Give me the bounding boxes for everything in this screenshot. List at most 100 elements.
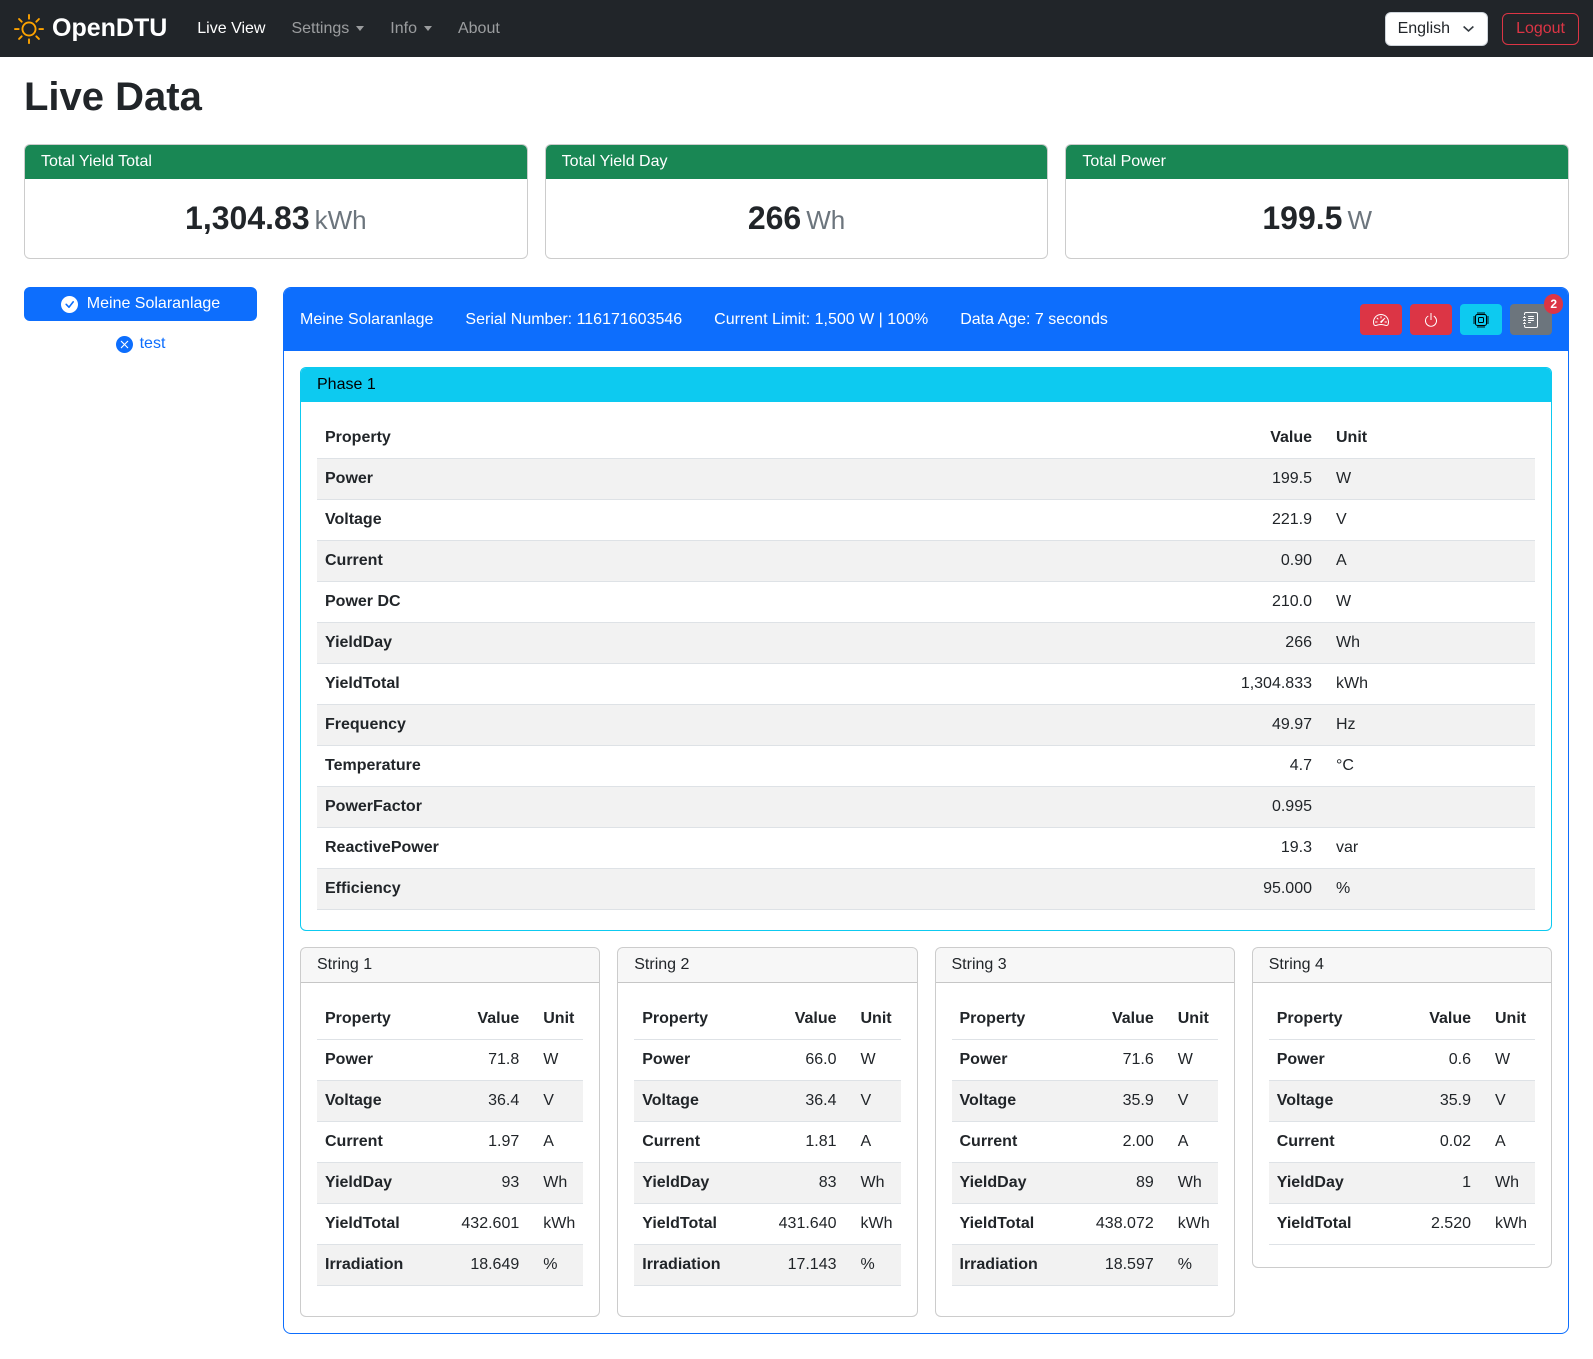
cpu-icon (1473, 312, 1489, 328)
card-total-yield-day: Total Yield Day 266Wh (545, 144, 1049, 259)
row-value: 431.640 (755, 1204, 845, 1245)
row-property: YieldDay (317, 1163, 437, 1204)
row-property: PowerFactor (317, 787, 1200, 828)
row-property: Voltage (317, 1081, 437, 1122)
card-title: Total Yield Day (546, 145, 1048, 179)
card-value-row: 266Wh (546, 179, 1048, 258)
row-value: 432.601 (437, 1204, 527, 1245)
row-unit: Wh (1162, 1163, 1218, 1204)
column-property: Property (952, 999, 1072, 1040)
string-card-1: String 1 Property Value Unit Power71.8WV… (300, 947, 600, 1317)
row-property: YieldDay (634, 1163, 754, 1204)
column-value: Value (1072, 999, 1162, 1040)
row-property: Irradiation (634, 1245, 754, 1286)
row-value: 35.9 (1389, 1081, 1479, 1122)
table-header-row: Property Value Unit (317, 418, 1535, 459)
table-row: Power71.6W (952, 1040, 1218, 1081)
chevron-down-icon (356, 26, 364, 31)
event-log-button[interactable]: 2 (1510, 304, 1552, 335)
string-table: Property Value Unit Power66.0WVoltage36.… (634, 999, 900, 1286)
row-value: 18.597 (1072, 1245, 1162, 1286)
row-unit: A (527, 1122, 583, 1163)
row-value: 0.90 (1200, 541, 1320, 582)
row-value: 1 (1389, 1163, 1479, 1204)
card-value: 1,304.83 (185, 200, 310, 236)
row-unit: kWh (1320, 664, 1535, 705)
row-property: Power (952, 1040, 1072, 1081)
row-property: Power (317, 1040, 437, 1081)
table-row: Current0.02A (1269, 1122, 1535, 1163)
nav-about[interactable]: About (450, 12, 508, 46)
column-value: Value (437, 999, 527, 1040)
row-unit: W (1320, 459, 1535, 500)
column-value: Value (755, 999, 845, 1040)
string-title: String 1 (301, 948, 599, 983)
serial-number: Serial Number: 116171603546 (465, 311, 682, 329)
table-row: YieldDay93Wh (317, 1163, 583, 1204)
power-toggle-button[interactable] (1410, 304, 1452, 335)
row-value: 71.8 (437, 1040, 527, 1081)
logout-button[interactable]: Logout (1502, 13, 1579, 45)
row-value: 49.97 (1200, 705, 1320, 746)
row-unit: kWh (1162, 1204, 1218, 1245)
string-body: Property Value Unit Power0.6WVoltage35.9… (1253, 983, 1551, 1267)
table-row: Voltage35.9V (952, 1081, 1218, 1122)
card-title: Total Power (1066, 145, 1568, 179)
row-value: 17.143 (755, 1245, 845, 1286)
row-property: YieldTotal (317, 1204, 437, 1245)
table-row: YieldTotal431.640kWh (634, 1204, 900, 1245)
limit-settings-button[interactable] (1360, 304, 1402, 335)
navbar-right: English Logout (1385, 12, 1579, 46)
row-value: 266 (1200, 623, 1320, 664)
row-value: 1,304.833 (1200, 664, 1320, 705)
row-unit: A (1479, 1122, 1535, 1163)
table-row: Voltage36.4V (317, 1081, 583, 1122)
table-row: Voltage35.9V (1269, 1081, 1535, 1122)
row-property: Current (317, 1122, 437, 1163)
column-unit: Unit (845, 999, 901, 1040)
row-unit: W (1320, 582, 1535, 623)
table-row: ReactivePower19.3var (317, 828, 1535, 869)
nav-links: Live View Settings Info About (189, 12, 518, 46)
row-value: 199.5 (1200, 459, 1320, 500)
row-unit: Hz (1320, 705, 1535, 746)
row-value: 35.9 (1072, 1081, 1162, 1122)
table-header-row: Property Value Unit (634, 999, 900, 1040)
card-unit: kWh (315, 205, 367, 235)
table-row: YieldTotal2.520kWh (1269, 1204, 1535, 1245)
row-value: 438.072 (1072, 1204, 1162, 1245)
device-info-button[interactable] (1460, 304, 1502, 335)
nav-live-view[interactable]: Live View (189, 12, 273, 46)
string-table: Property Value Unit Power0.6WVoltage35.9… (1269, 999, 1535, 1245)
inverter-panel-body: Phase 1 Property Value Unit Power199.5WV… (284, 351, 1568, 1333)
sun-icon (14, 14, 44, 44)
row-unit: V (1162, 1081, 1218, 1122)
row-property: Voltage (1269, 1081, 1389, 1122)
nav-settings[interactable]: Settings (283, 12, 372, 46)
row-property: Power (317, 459, 1200, 500)
string-card-3: String 3 Property Value Unit Power71.6WV… (935, 947, 1235, 1317)
language-select[interactable]: English (1385, 12, 1488, 46)
row-unit: W (527, 1040, 583, 1081)
nav-info[interactable]: Info (382, 12, 440, 46)
table-row: Power199.5W (317, 459, 1535, 500)
table-row: Temperature4.7°C (317, 746, 1535, 787)
inverter-button-meine-solaranlage[interactable]: Meine Solaranlage (24, 287, 257, 321)
row-unit: % (1162, 1245, 1218, 1286)
row-unit: Wh (1320, 623, 1535, 664)
row-unit: % (1320, 869, 1535, 910)
row-unit: % (845, 1245, 901, 1286)
card-total-yield-total: Total Yield Total 1,304.83kWh (24, 144, 528, 259)
row-unit: °C (1320, 746, 1535, 787)
brand-label: OpenDTU (52, 14, 167, 43)
row-property: YieldDay (317, 623, 1200, 664)
row-unit: var (1320, 828, 1535, 869)
brand[interactable]: OpenDTU (14, 14, 167, 44)
row-property: Efficiency (317, 869, 1200, 910)
speedometer-icon (1373, 312, 1389, 328)
card-value-row: 199.5W (1066, 179, 1568, 258)
table-row: Efficiency95.000% (317, 869, 1535, 910)
row-unit: V (527, 1081, 583, 1122)
inverter-button-test[interactable]: test (116, 335, 166, 353)
row-property: YieldTotal (634, 1204, 754, 1245)
